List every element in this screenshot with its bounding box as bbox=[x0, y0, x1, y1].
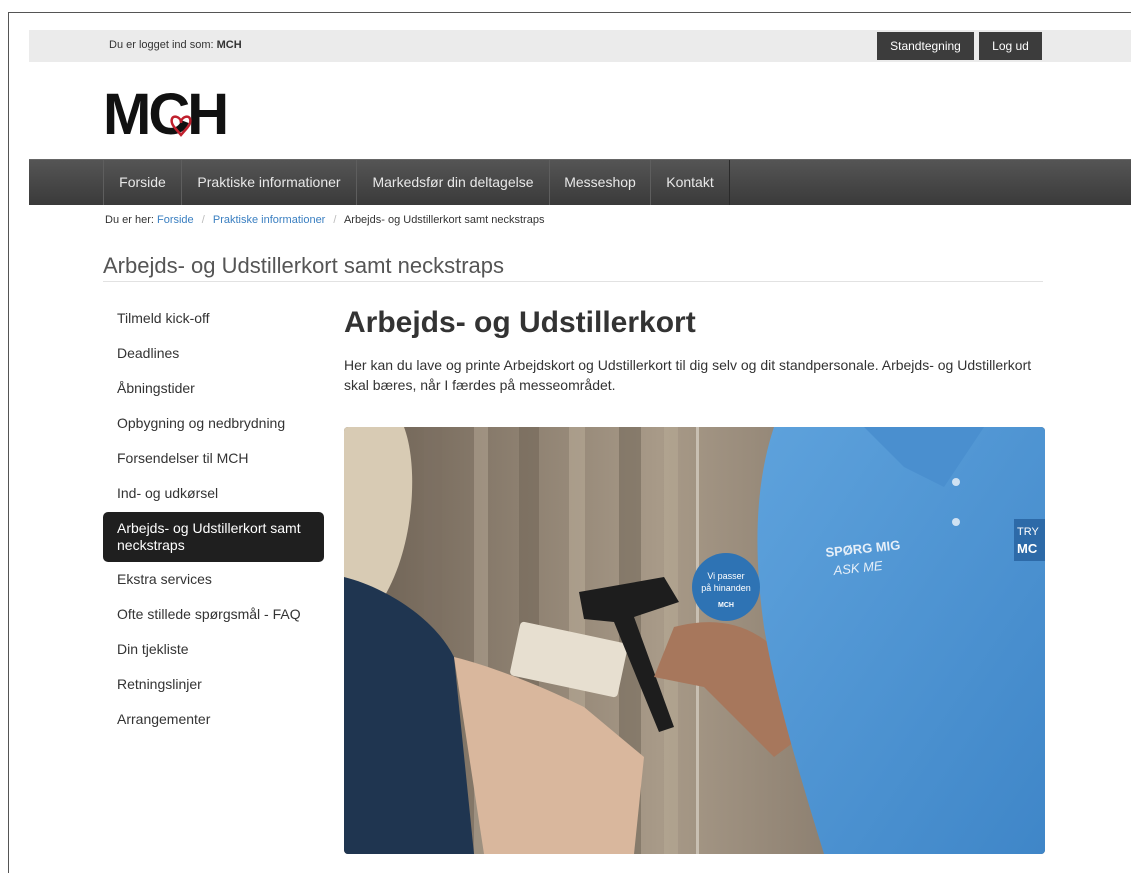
sidebar-item-ekstra-services[interactable]: Ekstra services bbox=[103, 571, 324, 588]
nav-item-markedsfoer[interactable]: Markedsfør din deltagelse bbox=[356, 160, 550, 205]
frame-border-left bbox=[8, 12, 9, 873]
nav-item-forside[interactable]: Forside bbox=[103, 160, 182, 205]
login-prefix: Du er logget ind som: bbox=[109, 39, 214, 51]
breadcrumb-link-forside[interactable]: Forside bbox=[157, 214, 194, 226]
login-status: Du er logget ind som: MCH bbox=[109, 39, 242, 51]
mch-logo[interactable]: MCH bbox=[103, 82, 283, 147]
sidebar-item-ind-og-udkoersel[interactable]: Ind- og udkørsel bbox=[103, 485, 324, 502]
sidebar-item-forsendelser[interactable]: Forsendelser til MCH bbox=[103, 450, 324, 467]
breadcrumb: Du er her: Forside / Praktiske informati… bbox=[105, 214, 544, 226]
breadcrumb-separator: / bbox=[201, 214, 205, 226]
sidebar-item-arbejdskort-active[interactable]: Arbejds- og Udstillerkort samt neckstrap… bbox=[103, 512, 324, 562]
logo-text: MCH bbox=[103, 84, 226, 146]
sidebar-item-tjekliste[interactable]: Din tjekliste bbox=[103, 641, 324, 658]
nav-item-kontakt[interactable]: Kontakt bbox=[650, 160, 730, 205]
sidebar-item-tilmeld-kick-off[interactable]: Tilmeld kick-off bbox=[103, 310, 324, 327]
breadcrumb-prefix: Du er her: bbox=[105, 214, 154, 226]
login-user: MCH bbox=[216, 39, 242, 51]
breadcrumb-separator: / bbox=[333, 214, 337, 226]
standtegning-button[interactable]: Standtegning bbox=[877, 32, 974, 60]
nav-item-praktiske-informationer[interactable]: Praktiske informationer bbox=[181, 160, 357, 205]
sidebar-item-retningslinjer[interactable]: Retningslinjer bbox=[103, 676, 324, 693]
sidebar-item-opbygning[interactable]: Opbygning og nedbrydning bbox=[103, 415, 324, 432]
nav-item-messeshop[interactable]: Messeshop bbox=[549, 160, 651, 205]
sticker-logo: MCH bbox=[718, 602, 734, 609]
badge-text-2: MC bbox=[1017, 541, 1038, 556]
sidebar-item-deadlines[interactable]: Deadlines bbox=[103, 345, 324, 362]
sidebar-item-faq[interactable]: Ofte stillede spørgsmål - FAQ bbox=[103, 606, 324, 623]
page-title: Arbejds- og Udstillerkort samt neckstrap… bbox=[103, 253, 505, 278]
sticker-text-1: Vi passer bbox=[707, 571, 744, 581]
breadcrumb-link-praktiske[interactable]: Praktiske informationer bbox=[213, 214, 326, 226]
logout-button[interactable]: Log ud bbox=[979, 32, 1042, 60]
top-bar: Du er logget ind som: MCH Standtegning L… bbox=[29, 30, 1131, 62]
main-nav: Forside Praktiske informationer Markedsf… bbox=[29, 159, 1131, 205]
sidebar-item-aabningstider[interactable]: Åbningstider bbox=[103, 380, 324, 397]
title-divider bbox=[103, 281, 1043, 282]
badge-text-1: TRY bbox=[1017, 526, 1039, 538]
breadcrumb-current: Arbejds- og Udstillerkort samt neckstrap… bbox=[343, 214, 545, 226]
sidebar-item-arrangementer[interactable]: Arrangementer bbox=[103, 711, 324, 728]
frame-border-top bbox=[8, 12, 1131, 13]
main-heading: Arbejds- og Udstillerkort bbox=[344, 306, 696, 339]
intro-text: Her kan du lave og printe Arbejdskort og… bbox=[344, 357, 1032, 393]
sticker-text-2: på hinanden bbox=[701, 583, 751, 593]
hero-photo: Vi passer på hinanden MCH SPØRG MIG ASK … bbox=[344, 427, 1045, 854]
